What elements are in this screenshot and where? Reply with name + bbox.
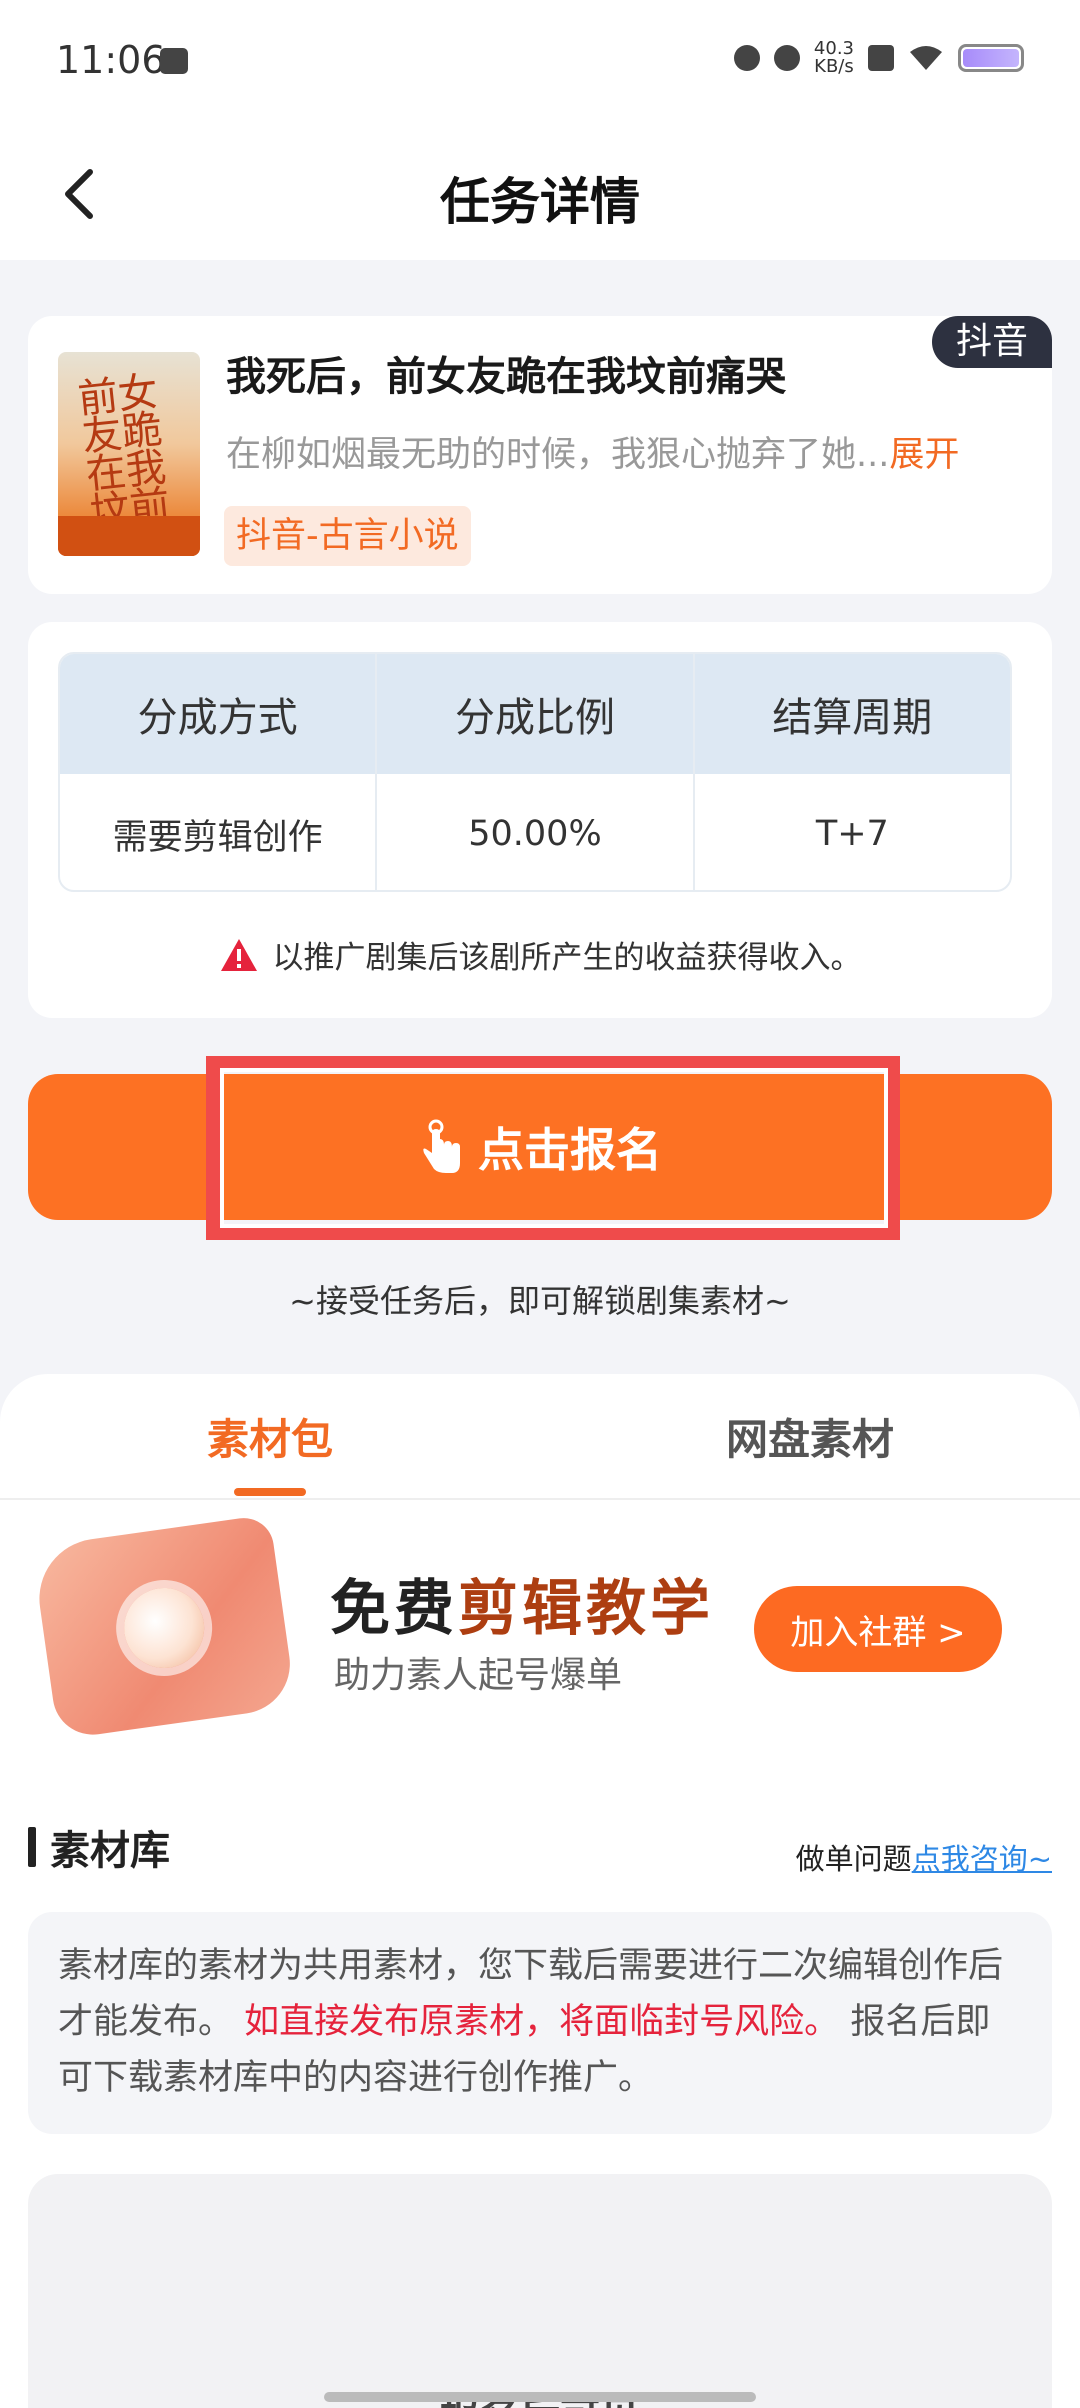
- signup-hint: ~接受任务后，即可解锁剧集素材~: [289, 1282, 791, 1320]
- banner-title-prefix: 免费: [330, 1574, 458, 1644]
- split-note: 以推广剧集后该剧所产生的收益获得收入。: [28, 932, 1052, 977]
- help-prefix: 做单问题: [795, 1842, 912, 1876]
- split-table: 分成方式 分成比例 结算周期 需要剪辑创作 50.00% T+7: [58, 652, 1012, 892]
- book-description: 在柳如烟最无助的时候，我狠心抛弃了她...展开: [226, 426, 959, 477]
- genre-tag: 抖音-古言小说: [224, 506, 471, 566]
- message-icon: [160, 48, 188, 74]
- warning-icon: [220, 938, 257, 971]
- consult-link[interactable]: 点我咨询~: [912, 1842, 1052, 1876]
- signup-button-label: 点击报名: [478, 1123, 662, 1177]
- book-cover-image: 前女友跪在我坟前: [58, 352, 200, 556]
- cover-title-art: 前女友跪在我坟前: [75, 368, 173, 537]
- material-tabs: 素材包 网盘素材: [0, 1374, 1080, 1500]
- cell-ratio: 50.00%: [377, 774, 695, 890]
- network-speed: 40.3 KB/s: [813, 38, 854, 77]
- book-description-text: 在柳如烟最无助的时候，我狠心抛弃了她...: [226, 435, 890, 475]
- banner-illustration: [31, 1514, 297, 1740]
- mute-icon: [773, 45, 800, 71]
- cell-cycle: T+7: [815, 814, 889, 854]
- header-cell-ratio: 分成比例: [377, 654, 695, 774]
- tap-hand-icon: [423, 1119, 460, 1173]
- header-cell-method: 分成方式: [60, 654, 378, 774]
- page-title: 任务详情: [440, 173, 640, 231]
- join-community-button[interactable]: 加入社群 >: [754, 1586, 1002, 1672]
- tab-cloud-material[interactable]: 网盘素材: [540, 1374, 1080, 1498]
- status-icons: 40.3 KB/s: [733, 38, 1024, 77]
- library-help: 做单问题点我咨询~: [796, 1836, 1052, 1878]
- expand-link[interactable]: 展开: [889, 435, 959, 475]
- tab-material-pack[interactable]: 素材包: [0, 1374, 540, 1498]
- material-panel: 素材包 网盘素材 免费剪辑教学 助力素人起号爆单 加入社群 > 素材库 做单问题…: [0, 1374, 1080, 2408]
- home-indicator[interactable]: [324, 2392, 756, 2402]
- split-table-header: 分成方式 分成比例 结算周期: [60, 654, 1010, 774]
- location-icon: [733, 45, 760, 71]
- editing-course-banner[interactable]: 免费剪辑教学 助力素人起号爆单 加入社群 >: [0, 1500, 1080, 1750]
- split-table-row: 需要剪辑创作 50.00% T+7: [60, 774, 1010, 890]
- header-cell-cycle: 结算周期: [772, 695, 933, 741]
- revenue-split-card: 分成方式 分成比例 结算周期 需要剪辑创作 50.00% T+7 以推广剧集后该…: [28, 622, 1052, 1018]
- status-bar: 11:06 40.3 KB/s: [0, 0, 1080, 128]
- status-time: 11:06: [56, 38, 166, 82]
- platform-tag: 抖音: [932, 316, 1052, 368]
- locked-material-box: [28, 2174, 1052, 2408]
- sim-off-icon: [868, 45, 894, 71]
- heading-bar: [28, 1827, 36, 1867]
- banner-subtitle: 助力素人起号爆单: [334, 1655, 623, 1696]
- wifi-icon: [910, 46, 942, 70]
- cell-method: 需要剪辑创作: [60, 774, 378, 890]
- signup-button[interactable]: 点击报名: [28, 1074, 1052, 1220]
- nav-bar: 任务详情: [0, 128, 1080, 260]
- library-title: 素材库: [50, 1828, 170, 1874]
- notice-danger-text: 如直接发布原素材，将面临封号风险。: [244, 2002, 840, 2042]
- book-title: 我死后，前女友跪在我坟前痛哭: [226, 354, 786, 400]
- library-heading: 素材库: [28, 1818, 170, 1876]
- banner-title: 免费剪辑教学: [330, 1560, 714, 1647]
- battery-icon: [958, 44, 1024, 72]
- book-card[interactable]: 抖音 前女友跪在我坟前 我死后，前女友跪在我坟前痛哭 在柳如烟最无助的时候，我狠…: [28, 316, 1052, 594]
- banner-title-highlight: 剪辑教学: [458, 1574, 714, 1644]
- split-note-text: 以推广剧集后该剧所产生的收益获得收入。: [272, 940, 862, 976]
- library-notice: 素材库的素材为共用素材，您下载后需要进行二次编辑创作后才能发布。 如直接发布原素…: [28, 1912, 1052, 2134]
